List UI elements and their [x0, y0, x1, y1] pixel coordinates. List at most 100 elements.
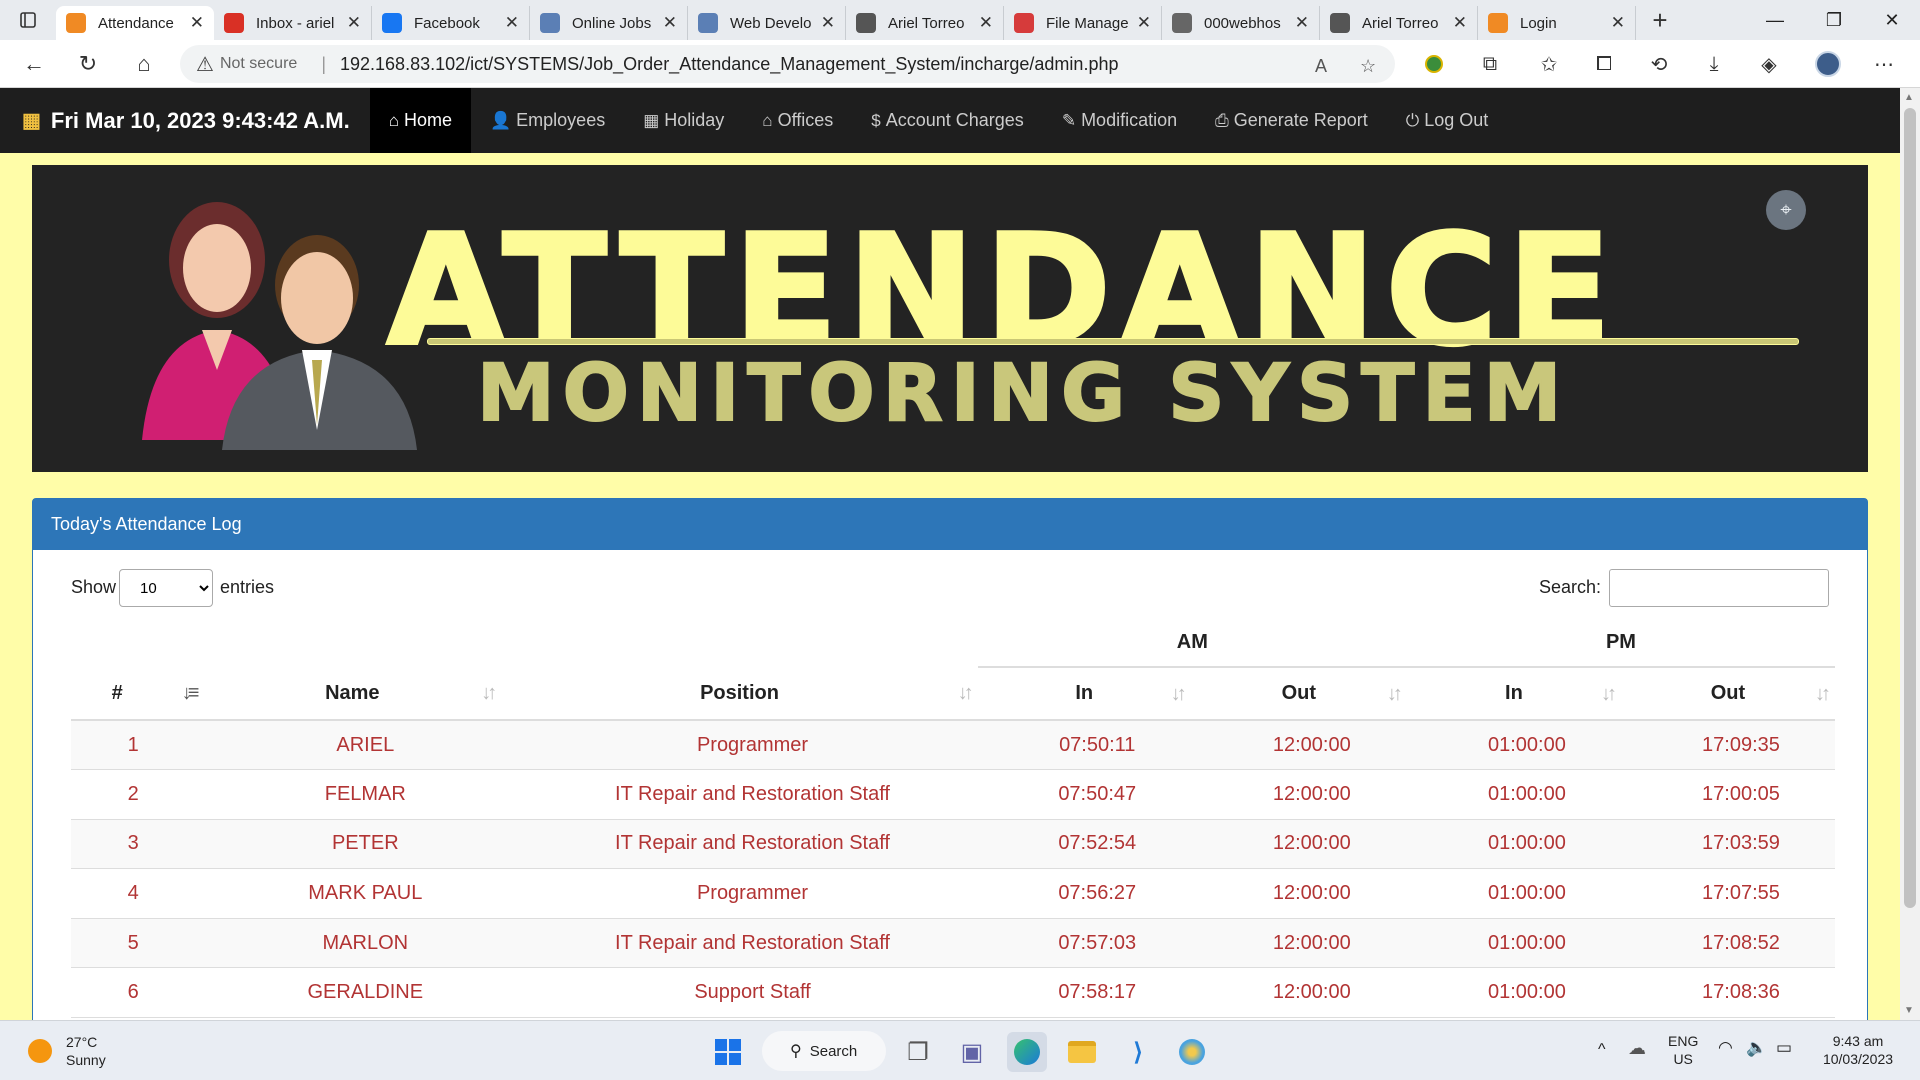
col-header-am-out[interactable]: Out ↓↑: [1190, 667, 1407, 721]
sort-icon[interactable]: ↓↑: [1387, 683, 1403, 706]
nav-link-holiday[interactable]: ▦ Holiday: [624, 88, 743, 153]
downloads-icon[interactable]: ⤓: [1698, 50, 1730, 78]
home-icon: ⌂: [762, 110, 773, 130]
col-header-am-in[interactable]: In ↓↑: [977, 667, 1191, 721]
add-favorite-icon[interactable]: ☆: [1360, 56, 1376, 77]
sort-icon[interactable]: ↓↑: [1815, 683, 1831, 706]
extension-globe-icon[interactable]: [1418, 50, 1450, 78]
edge-browser-icon[interactable]: [1007, 1032, 1047, 1072]
profile-icon: [1330, 13, 1350, 33]
address-bar[interactable]: ⚠ Not secure | 192.168.83.102/ict/SYSTEM…: [180, 45, 1395, 83]
settings-more-icon[interactable]: ⋯: [1868, 50, 1900, 78]
col-header-position[interactable]: Position ↓↑: [501, 667, 978, 721]
start-button[interactable]: [708, 1032, 748, 1072]
browser-tab[interactable]: Login ✕: [1478, 6, 1636, 40]
vscode-icon[interactable]: ⟩: [1118, 1032, 1158, 1072]
sort-icon[interactable]: ↓↑: [1171, 683, 1187, 706]
read-aloud-icon[interactable]: A: [1315, 56, 1327, 77]
am-out-time: 12:00:00: [1190, 967, 1407, 1019]
tab-close-icon[interactable]: ✕: [821, 13, 835, 33]
nav-link-generate-report[interactable]: ⎙ Generate Report: [1196, 88, 1387, 153]
nav-link-employees[interactable]: 👤 Employees: [471, 88, 624, 153]
pm-out-time: 17:08:36: [1620, 967, 1835, 1019]
col-header-name[interactable]: Name ↓↑: [203, 667, 502, 721]
collections-icon[interactable]: ⧠: [1588, 50, 1620, 78]
not-secure-label: Not secure: [219, 55, 298, 72]
close-window-button[interactable]: ✕: [1864, 0, 1920, 40]
col-header-pm-in[interactable]: In ↓↑: [1406, 667, 1621, 721]
tab-close-icon[interactable]: ✕: [505, 13, 519, 33]
onedrive-icon[interactable]: ☁: [1628, 1039, 1646, 1057]
task-view-icon[interactable]: ❐: [898, 1032, 938, 1072]
sort-icon[interactable]: ↓↑: [481, 682, 497, 705]
paint-icon[interactable]: [1172, 1032, 1212, 1072]
table-row: 3 PETER IT Repair and Restoration Staff 07:…: [71, 819, 1835, 870]
visual-search-icon[interactable]: ⌖: [1766, 190, 1806, 230]
tab-close-icon[interactable]: ✕: [190, 13, 204, 33]
browser-tab[interactable]: Inbox - ariel ✕: [214, 6, 372, 40]
weather-widget[interactable]: 27°C Sunny: [28, 1033, 106, 1069]
browser-tab[interactable]: 000webhos ✕: [1162, 6, 1320, 40]
col-header-number[interactable]: # ↓≡: [71, 667, 204, 721]
nav-link-account-charges[interactable]: $ Account Charges: [852, 88, 1043, 153]
history-icon[interactable]: ⟲: [1643, 50, 1675, 78]
browser-tab[interactable]: Ariel Torreo ✕: [846, 6, 1004, 40]
new-tab-button[interactable]: +: [1636, 5, 1684, 36]
restore-button[interactable]: ❐: [1806, 0, 1862, 40]
nav-link-home[interactable]: ⌂ Home: [369, 88, 471, 153]
tab-close-icon[interactable]: ✕: [1611, 13, 1625, 33]
scroll-down-icon[interactable]: ▼: [1904, 1005, 1914, 1016]
tab-close-icon[interactable]: ✕: [979, 13, 993, 33]
date-clock: ▦ Fri Mar 10, 2023 9:43:42 A.M.: [0, 88, 370, 153]
page-scrollbar[interactable]: ▲ ▼: [1900, 88, 1920, 1020]
browser-tab[interactable]: Web Develo ✕: [688, 6, 846, 40]
scrollbar-thumb[interactable]: [1904, 108, 1916, 908]
browser-tab[interactable]: Facebook ✕: [372, 6, 530, 40]
show-hidden-icons-icon[interactable]: ^: [1598, 1041, 1606, 1059]
entries-select[interactable]: 10: [119, 569, 213, 607]
tab-close-icon[interactable]: ✕: [1453, 13, 1467, 33]
wifi-icon[interactable]: ◠: [1718, 1039, 1733, 1057]
tab-close-icon[interactable]: ✕: [1295, 13, 1309, 33]
tab-label: Online Jobs: [572, 14, 652, 32]
search-input[interactable]: [1609, 569, 1829, 607]
sun-icon: [28, 1039, 52, 1063]
tab-close-icon[interactable]: ✕: [663, 13, 677, 33]
extensions-icon[interactable]: ⧉: [1474, 50, 1506, 78]
home-button[interactable]: ⌂: [126, 46, 162, 82]
refresh-button[interactable]: ↻: [70, 46, 106, 82]
attendance-banner: ATTENDANCE MONITORING SYSTEM ⌖: [32, 165, 1868, 472]
panel-title: Today's Attendance Log: [33, 499, 1867, 550]
tab-close-icon[interactable]: ✕: [347, 13, 361, 33]
minimize-button[interactable]: —: [1747, 0, 1803, 40]
browser-tab[interactable]: File Manage ✕: [1004, 6, 1162, 40]
nav-link-offices[interactable]: ⌂ Offices: [743, 88, 852, 153]
taskbar-search[interactable]: ⚲ Search: [762, 1031, 886, 1071]
taskbar-clock[interactable]: 9:43 am 10/03/2023: [1818, 1032, 1898, 1068]
sort-asc-icon[interactable]: ↓≡: [182, 682, 200, 705]
volume-icon[interactable]: 🔈: [1746, 1039, 1767, 1057]
battery-icon[interactable]: ▭: [1776, 1039, 1792, 1057]
sort-icon[interactable]: ↓↑: [1601, 683, 1617, 706]
back-button[interactable]: ←: [16, 46, 52, 82]
teams-chat-icon[interactable]: ▣: [952, 1032, 992, 1072]
scroll-up-icon[interactable]: ▲: [1904, 92, 1914, 103]
nav-link-log-out[interactable]: ⏻ Log Out: [1387, 88, 1508, 153]
performance-icon[interactable]: ◈: [1753, 50, 1785, 78]
am-out-time: 12:00:00: [1190, 769, 1407, 820]
profile-avatar[interactable]: [1812, 50, 1844, 78]
tab-close-icon[interactable]: ✕: [1137, 13, 1151, 33]
browser-tab[interactable]: Ariel Torreo ✕: [1320, 6, 1478, 40]
calendar-icon: ▦: [643, 110, 660, 130]
language-indicator[interactable]: ENG US: [1668, 1032, 1698, 1068]
col-header-pm-out[interactable]: Out ↓↑: [1620, 667, 1835, 721]
file-explorer-icon[interactable]: [1062, 1032, 1102, 1072]
sort-icon[interactable]: ↓↑: [958, 682, 974, 705]
favorites-icon[interactable]: ✩: [1533, 50, 1565, 78]
warning-icon: ⚠: [196, 53, 214, 76]
browser-tab[interactable]: Online Jobs ✕: [530, 6, 688, 40]
taskbar-time: 9:43 am: [1832, 1033, 1884, 1049]
browser-tab[interactable]: Attendance ✕: [56, 6, 214, 40]
tab-actions-button[interactable]: [0, 0, 56, 40]
nav-link-modification[interactable]: ✎ Modification: [1043, 88, 1196, 153]
